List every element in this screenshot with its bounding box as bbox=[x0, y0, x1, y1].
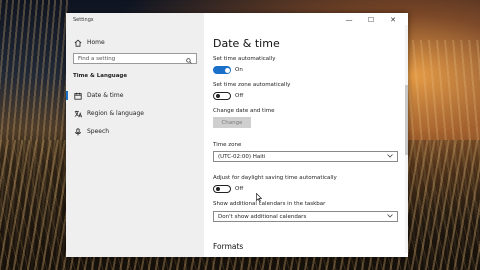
search-input[interactable] bbox=[78, 55, 178, 62]
sidebar-item-label: Date & time bbox=[87, 92, 124, 99]
set-time-automatically-state: On bbox=[235, 67, 243, 73]
set-time-automatically-label: Set time automatically bbox=[213, 56, 276, 62]
sidebar-item-label: Region & language bbox=[87, 110, 144, 117]
daylight-saving-toggle[interactable] bbox=[213, 185, 231, 193]
additional-calendars-label: Show additional calendars in the taskbar bbox=[213, 201, 326, 207]
close-button[interactable]: ✕ bbox=[382, 15, 404, 25]
chevron-down-icon bbox=[387, 153, 393, 160]
set-time-automatically-toggle[interactable] bbox=[213, 66, 231, 74]
time-zone-dropdown[interactable]: (UTC-02:00) Haiti bbox=[213, 151, 398, 162]
microphone-icon bbox=[73, 127, 83, 136]
window-title: Settings bbox=[73, 17, 94, 23]
search-field[interactable] bbox=[73, 53, 197, 64]
sidebar-item-region-language[interactable]: Region & language bbox=[66, 107, 204, 120]
daylight-saving-state: Off bbox=[235, 186, 244, 192]
sidebar-item-label: Home bbox=[87, 39, 105, 46]
scrollbar-thumb[interactable] bbox=[405, 85, 408, 155]
sidebar-item-speech[interactable]: Speech bbox=[66, 125, 204, 138]
sidebar-item-date-time[interactable]: Date & time bbox=[66, 89, 204, 102]
calendar-icon bbox=[73, 92, 83, 100]
language-icon bbox=[73, 110, 83, 118]
time-zone-label: Time zone bbox=[213, 142, 242, 148]
change-button[interactable]: Change bbox=[213, 117, 251, 128]
sidebar-item-label: Speech bbox=[87, 128, 110, 135]
change-date-time-label: Change date and time bbox=[213, 108, 275, 114]
main-pane: — ☐ ✕ Date & time Set time automatically… bbox=[204, 13, 408, 257]
sidebar-section-label: Time & Language bbox=[73, 73, 128, 79]
daylight-saving-label: Adjust for daylight saving time automati… bbox=[213, 175, 337, 181]
chevron-down-icon bbox=[387, 213, 393, 220]
page-title: Date & time bbox=[213, 37, 280, 50]
minimize-button[interactable]: — bbox=[338, 15, 360, 25]
time-zone-value: (UTC-02:00) Haiti bbox=[218, 153, 266, 160]
set-time-zone-automatically-toggle[interactable] bbox=[213, 92, 231, 100]
additional-calendars-dropdown[interactable]: Don't show additional calendars bbox=[213, 211, 398, 222]
set-time-zone-automatically-state: Off bbox=[235, 93, 244, 99]
scrollbar[interactable] bbox=[405, 25, 408, 253]
formats-heading: Formats bbox=[213, 242, 244, 251]
sidebar: Settings Home Time & Language Date & tim… bbox=[66, 13, 204, 257]
home-icon bbox=[73, 39, 83, 47]
settings-window: Settings Home Time & Language Date & tim… bbox=[66, 13, 408, 257]
maximize-button[interactable]: ☐ bbox=[360, 15, 382, 25]
search-icon[interactable] bbox=[186, 49, 192, 68]
additional-calendars-value: Don't show additional calendars bbox=[218, 213, 307, 220]
sidebar-item-home[interactable]: Home bbox=[66, 36, 204, 49]
set-time-zone-automatically-label: Set time zone automatically bbox=[213, 82, 291, 88]
window-controls: — ☐ ✕ bbox=[338, 15, 404, 25]
